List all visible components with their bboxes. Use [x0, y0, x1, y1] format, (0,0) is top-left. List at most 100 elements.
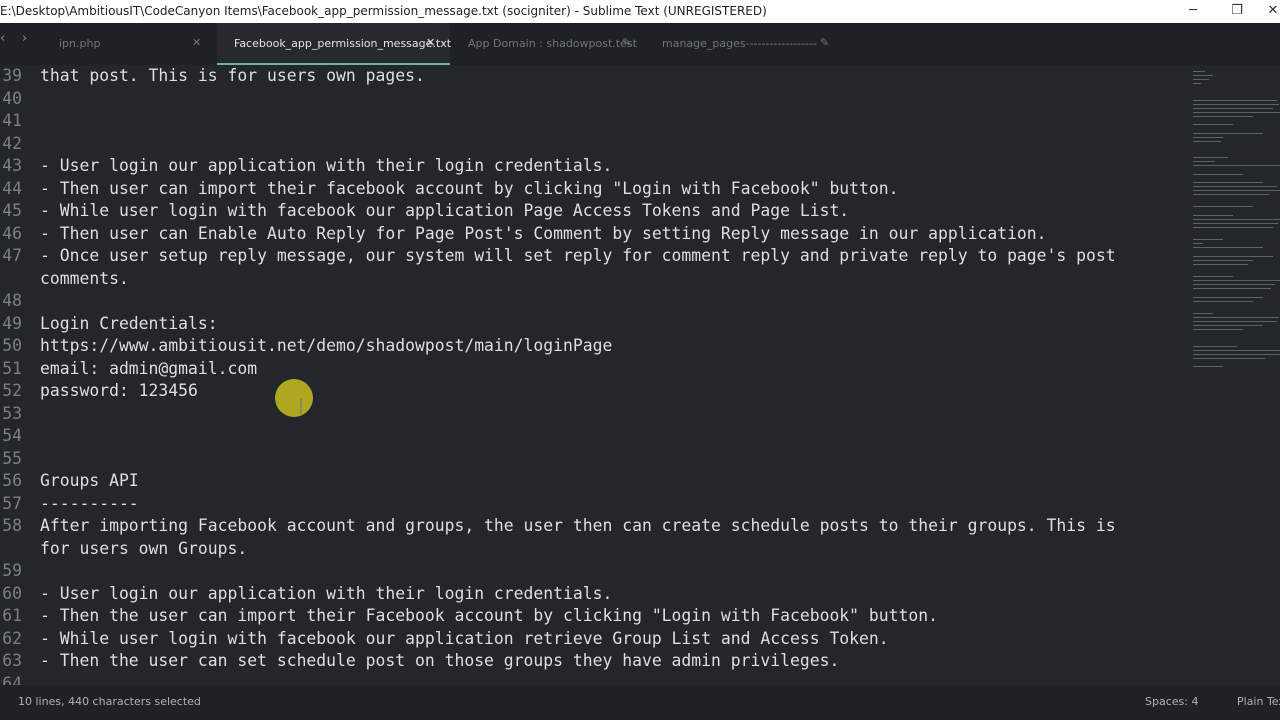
editor-line[interactable]: 60 - User login our application with thei… [0, 583, 1180, 606]
minimap-line [1193, 219, 1280, 220]
line-text[interactable]: - Then the user can import their Faceboo… [40, 605, 938, 628]
minimap[interactable] [1185, 65, 1280, 685]
minimap-line [1193, 346, 1237, 347]
line-number: 58 [2, 516, 22, 535]
minimap-line [1193, 223, 1278, 224]
tab-label: ipn.php [59, 37, 101, 50]
line-number: 48 [2, 291, 22, 310]
line-text[interactable]: Groups API [40, 470, 139, 493]
editor-line[interactable]: 53 [0, 403, 1180, 426]
editor-pane[interactable]: 39 that post. This is for users own pages… [0, 65, 1180, 685]
minimap-line [1193, 301, 1253, 302]
line-text[interactable]: email: admin@gmail.com [40, 358, 257, 381]
line-number: 55 [2, 448, 22, 468]
editor-line[interactable]: 44 - Then user can import their facebook … [0, 178, 1180, 201]
line-text[interactable]: that post. This is for users own pages. [40, 65, 425, 88]
minimap-line [1193, 194, 1269, 195]
close-window-button[interactable]: ✕ [1250, 0, 1280, 23]
syntax-setting[interactable]: Plain Text [1237, 695, 1280, 708]
minimap-line [1193, 313, 1213, 314]
editor-line[interactable]: 54 [0, 425, 1180, 448]
line-number: 61 [2, 606, 22, 625]
line-text[interactable]: password: 123456 [40, 380, 198, 403]
line-text[interactable]: - Then user can Enable Auto Reply for Pa… [40, 223, 1047, 246]
editor-line[interactable]: 43 - User login our application with thei… [0, 155, 1180, 178]
editor-line[interactable]: 40 [0, 88, 1180, 111]
editor-line[interactable]: 55 [0, 448, 1180, 471]
line-text[interactable]: ---------- [40, 493, 139, 516]
minimap-line [1193, 358, 1265, 359]
editor-line[interactable]: 64 [0, 673, 1180, 686]
indentation-setting[interactable]: Spaces: 4 [1145, 695, 1198, 708]
line-number: 53 [2, 403, 22, 423]
line-number: 56 [2, 471, 22, 490]
minimap-line [1193, 239, 1223, 240]
minimap-line [1193, 182, 1263, 183]
editor-line[interactable]: 63 - Then the user can set schedule post … [0, 650, 1180, 673]
line-text[interactable]: - User login our application with their … [40, 583, 612, 606]
tab-label: App Domain : shadowpost.test [468, 37, 637, 50]
editor-line[interactable]: 52 password: 123456 [0, 380, 1180, 403]
line-text[interactable]: for users own Groups. [40, 538, 247, 561]
tab-ipn-php[interactable]: ipn.php ✕ [45, 23, 215, 65]
line-text[interactable]: - Then the user can set schedule post on… [40, 650, 839, 673]
line-text[interactable]: - While user login with facebook our app… [40, 200, 849, 223]
title-bar: E:\Desktop\AmbitiousIT\CodeCanyon Items\… [0, 0, 1280, 23]
editor-line[interactable]: for users own Groups. [0, 538, 1180, 561]
minimize-button[interactable]: ─ [1170, 0, 1216, 23]
editor-line[interactable]: 62 - While user login with facebook our a… [0, 628, 1180, 651]
editor-line[interactable]: 45 - While user login with facebook our a… [0, 200, 1180, 223]
minimap-line [1193, 165, 1280, 166]
editor-line[interactable]: 51 email: admin@gmail.com [0, 358, 1180, 381]
editor-line[interactable]: 49 Login Credentials: [0, 313, 1180, 336]
editor-line[interactable]: 61 - Then the user can import their Faceb… [0, 605, 1180, 628]
line-text[interactable]: - User login our application with their … [40, 155, 612, 178]
tab-dirty-pencil-icon[interactable]: ✎ [622, 36, 631, 49]
editor-line[interactable]: comments. [0, 268, 1180, 291]
minimap-line [1193, 329, 1243, 330]
tab-back-arrow-icon[interactable]: ‹ [0, 31, 5, 46]
minimap-line [1193, 243, 1203, 244]
tab-forward-arrow-icon[interactable]: › [22, 31, 27, 46]
line-text[interactable]: - Once user setup reply message, our sys… [40, 245, 1116, 268]
minimap-line [1193, 297, 1263, 298]
line-text[interactable]: - Then user can import their facebook ac… [40, 178, 899, 201]
tab-label: Facebook_app_permission_message.txt [234, 37, 452, 50]
tab-close-icon[interactable]: ✕ [426, 36, 435, 49]
line-number: 62 [2, 628, 22, 648]
tab-facebook-app-permission-message[interactable]: Facebook_app_permission_message.txt ✕ [217, 23, 452, 65]
window-title: E:\Desktop\AmbitiousIT\CodeCanyon Items\… [0, 4, 767, 18]
line-number: 57 [2, 493, 22, 513]
line-text[interactable]: https://www.ambitiousit.net/demo/shadowp… [40, 335, 612, 358]
editor-line[interactable]: 57 ---------- [0, 493, 1180, 516]
editor-line[interactable]: 47 - Once user setup reply message, our s… [0, 245, 1180, 268]
line-text[interactable]: Login Credentials: [40, 313, 218, 336]
line-number: 64 [2, 673, 22, 686]
line-text[interactable]: After importing Facebook account and gro… [40, 515, 1116, 538]
line-text[interactable]: comments. [40, 268, 129, 291]
selection-status: 10 lines, 440 characters selected [18, 695, 201, 708]
editor-line[interactable]: 56 Groups API [0, 470, 1180, 493]
status-bar: 10 lines, 440 characters selected Spaces… [0, 685, 1280, 720]
editor-line[interactable]: 59 [0, 560, 1180, 583]
minimap-line [1193, 100, 1277, 101]
tab-close-icon[interactable]: ✕ [192, 36, 201, 49]
tab-manage-pages[interactable]: manage_pages------------------ ✎ [645, 23, 845, 65]
editor-line[interactable]: 46 - Then user can Enable Auto Reply for … [0, 223, 1180, 246]
editor-line[interactable]: 50 https://www.ambitiousit.net/demo/shado… [0, 335, 1180, 358]
editor-line[interactable]: 48 [0, 290, 1180, 313]
line-number: 60 [2, 583, 22, 603]
minimap-line [1193, 75, 1213, 76]
minimap-line [1193, 321, 1277, 322]
line-text[interactable]: - While user login with facebook our app… [40, 628, 889, 651]
editor-line[interactable]: 58 After importing Facebook account and g… [0, 515, 1180, 538]
line-number: 47 [2, 246, 22, 265]
editor-line[interactable]: 41 [0, 110, 1180, 133]
tab-app-domain[interactable]: App Domain : shadowpost.test ✎ [452, 23, 642, 65]
editor-line[interactable]: 39 that post. This is for users own pages… [0, 65, 1180, 88]
tab-dirty-pencil-icon[interactable]: ✎ [820, 36, 829, 49]
editor-line[interactable]: 42 [0, 133, 1180, 156]
line-number: 51 [2, 358, 22, 378]
line-number: 63 [2, 651, 22, 670]
line-number: 43 [2, 156, 22, 175]
